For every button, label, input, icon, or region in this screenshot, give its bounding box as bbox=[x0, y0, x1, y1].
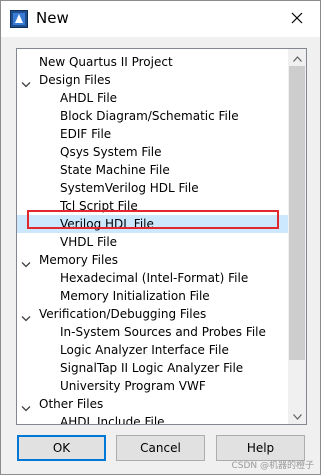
tree-item-label: SignalTap II Logic Analyzer File bbox=[60, 361, 244, 375]
tree-item-label: Hexadecimal (Intel-Format) File bbox=[60, 271, 249, 285]
tree-item-label: Other Files bbox=[39, 397, 104, 411]
scroll-up-button[interactable] bbox=[288, 49, 306, 66]
tree-item[interactable]: SignalTap II Logic Analyzer File bbox=[17, 359, 288, 377]
file-type-tree[interactable]: New Quartus II Project Design Files AHDL F… bbox=[16, 48, 307, 425]
tree-category[interactable]: New Quartus II Project bbox=[17, 53, 288, 71]
tree-category[interactable]: Memory Files bbox=[17, 251, 288, 269]
tree-item[interactable]: Qsys System File bbox=[17, 143, 288, 161]
tree-item-label: Qsys System File bbox=[60, 145, 162, 159]
tree-item[interactable]: Hexadecimal (Intel-Format) File bbox=[17, 269, 288, 287]
close-icon bbox=[291, 12, 303, 27]
tree-item[interactable]: VHDL File bbox=[17, 233, 288, 251]
tree-item-label: EDIF File bbox=[60, 127, 112, 141]
chevron-down-icon bbox=[292, 409, 302, 423]
tree-list: New Quartus II Project Design Files AHDL F… bbox=[17, 53, 288, 424]
tree-item-label: AHDL File bbox=[60, 91, 118, 105]
tree-item-label: Block Diagram/Schematic File bbox=[60, 109, 239, 123]
title-bar: New bbox=[1, 1, 320, 37]
window-title: New bbox=[36, 9, 69, 27]
tree-item[interactable]: SystemVerilog HDL File bbox=[17, 179, 288, 197]
annotation-highlight-box bbox=[27, 210, 279, 229]
vertical-scrollbar[interactable] bbox=[288, 49, 306, 424]
tree-item-label: State Machine File bbox=[60, 163, 170, 177]
tree-item-label: New Quartus II Project bbox=[39, 55, 173, 69]
chevron-down-icon[interactable] bbox=[21, 76, 31, 88]
app-icon bbox=[10, 10, 28, 28]
tree-item[interactable]: EDIF File bbox=[17, 125, 288, 143]
tree-item-label: Design Files bbox=[39, 73, 111, 87]
scrollbar-thumb[interactable] bbox=[289, 66, 305, 360]
tree-item[interactable]: AHDL File bbox=[17, 89, 288, 107]
close-button[interactable] bbox=[274, 1, 320, 37]
tree-item[interactable]: AHDL Include File bbox=[17, 413, 288, 424]
tree-item-label: VHDL File bbox=[60, 235, 118, 249]
tree-item-label: Verification/Debugging Files bbox=[39, 307, 207, 321]
tree-item[interactable]: State Machine File bbox=[17, 161, 288, 179]
new-dialog: New New Quartus II Project Design Files AH… bbox=[0, 0, 321, 475]
tree-item-label: University Program VWF bbox=[60, 379, 206, 393]
chevron-down-icon[interactable] bbox=[21, 400, 31, 412]
tree-item[interactable]: Logic Analyzer Interface File bbox=[17, 341, 288, 359]
tree-item-label: Memory Files bbox=[39, 253, 118, 267]
tree-item-label: SystemVerilog HDL File bbox=[60, 181, 199, 195]
cancel-button[interactable]: Cancel bbox=[116, 435, 205, 461]
tree-category[interactable]: Verification/Debugging Files bbox=[17, 305, 288, 323]
watermark: CSDN @机器的橙子 bbox=[231, 461, 314, 471]
tree-item-label: Logic Analyzer Interface File bbox=[60, 343, 229, 357]
tree-category[interactable]: Other Files bbox=[17, 395, 288, 413]
tree-item-label: Memory Initialization File bbox=[60, 289, 210, 303]
ok-button[interactable]: OK bbox=[17, 435, 106, 461]
tree-item[interactable]: University Program VWF bbox=[17, 377, 288, 395]
tree-item[interactable]: Block Diagram/Schematic File bbox=[17, 107, 288, 125]
tree-item-label: In-System Sources and Probes File bbox=[60, 325, 266, 339]
tree-item-label: AHDL Include File bbox=[60, 415, 165, 424]
tree-category[interactable]: Design Files bbox=[17, 71, 288, 89]
chevron-down-icon[interactable] bbox=[21, 256, 31, 268]
tree-item[interactable]: In-System Sources and Probes File bbox=[17, 323, 288, 341]
scroll-down-button[interactable] bbox=[288, 407, 306, 424]
tree-viewport: New Quartus II Project Design Files AHDL F… bbox=[17, 49, 288, 424]
chevron-down-icon[interactable] bbox=[21, 310, 31, 322]
chevron-up-icon bbox=[292, 51, 302, 65]
tree-item[interactable]: Memory Initialization File bbox=[17, 287, 288, 305]
